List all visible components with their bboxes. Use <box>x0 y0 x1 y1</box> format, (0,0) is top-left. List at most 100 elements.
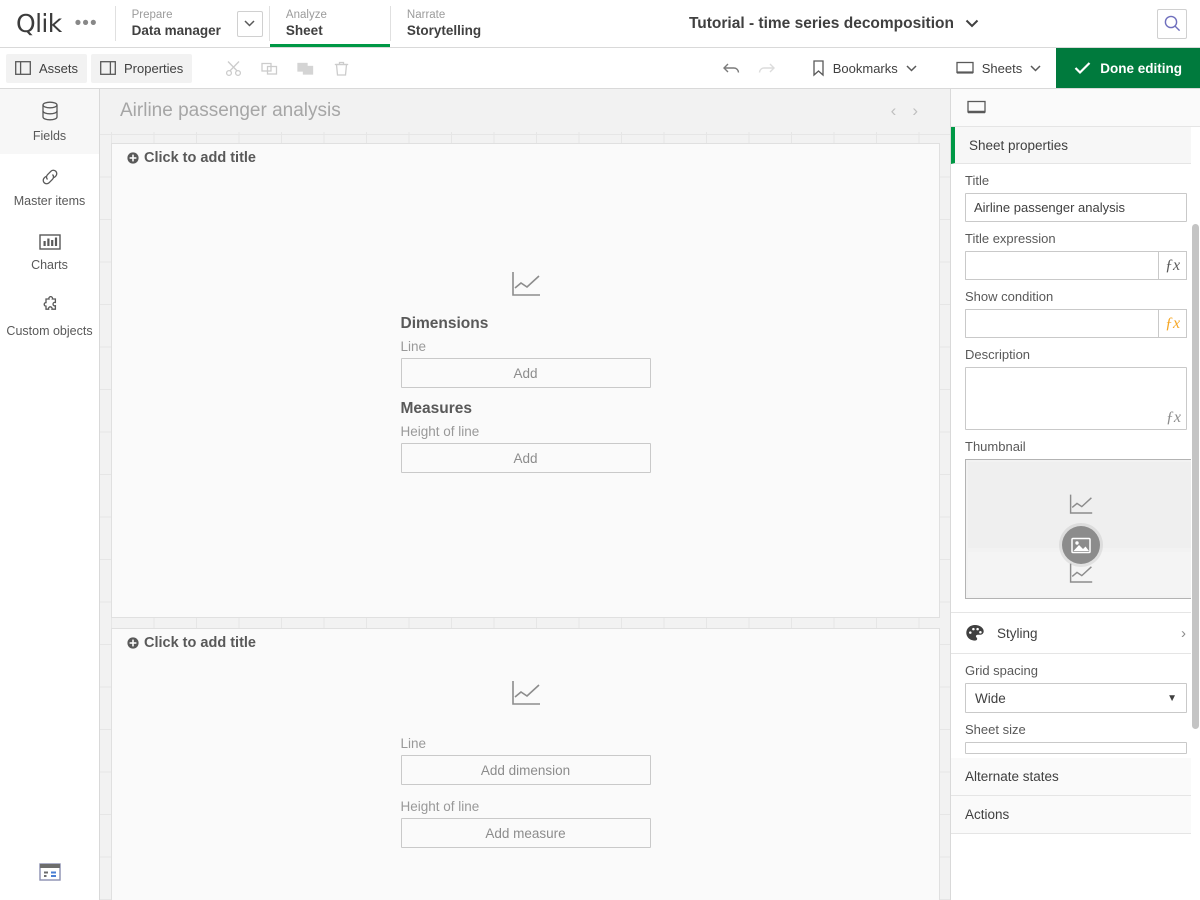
sheet-size-select[interactable] <box>965 742 1187 754</box>
grid-spacing-select[interactable]: Wide ▼ <box>965 683 1187 713</box>
cell-2-add-measure-button[interactable]: Add measure <box>401 818 651 848</box>
sheet-grid[interactable]: Click to add title Dimensions Line Add M… <box>100 132 950 900</box>
thumbnail-preview[interactable] <box>965 459 1197 599</box>
chart-placeholder-1[interactable]: Click to add title Dimensions Line Add M… <box>111 143 940 618</box>
description-group: Description ƒx <box>951 338 1200 430</box>
sidebar-item-custom-objects[interactable]: Custom objects <box>0 284 99 349</box>
styling-section-button[interactable]: Styling › <box>951 612 1200 654</box>
assets-sidebar: Fields Master items Charts Custom object… <box>0 89 100 900</box>
cell-2-add-dimension-button[interactable]: Add dimension <box>401 755 651 785</box>
qlik-logo[interactable]: Qlik <box>16 11 62 36</box>
properties-tab-sheet[interactable] <box>967 100 986 116</box>
sidebar-item-charts[interactable]: Charts <box>0 219 99 284</box>
show-condition-row: ƒx <box>965 309 1187 338</box>
show-condition-input[interactable] <box>965 309 1158 338</box>
cell-2-dimensions-group: Line Add dimension <box>401 736 651 785</box>
cell-2-body: Line Add dimension Height of line Add me… <box>112 629 939 900</box>
title-expression-group: Title expression ƒx <box>951 222 1200 280</box>
cell-2-measure-field-label: Height of line <box>401 799 651 814</box>
actions-label: Actions <box>965 807 1009 822</box>
copy-icon <box>261 60 278 77</box>
redo-button[interactable] <box>750 54 782 83</box>
line-chart-icon <box>1068 562 1094 586</box>
show-condition-label: Show condition <box>965 289 1186 304</box>
document-title-menu[interactable]: Tutorial - time series decomposition <box>511 0 1157 47</box>
next-sheet-button[interactable]: › <box>912 102 918 119</box>
properties-panel: Sheet properties Title Title expression … <box>950 89 1200 900</box>
sheets-menu-button[interactable]: Sheets <box>947 54 1050 83</box>
styling-label: Styling <box>997 626 1038 641</box>
cell-1-measure-field-label: Height of line <box>401 424 651 439</box>
sheet-icon <box>967 100 986 116</box>
assets-label: Assets <box>39 61 78 76</box>
chevron-down-icon: ▼ <box>1167 693 1177 704</box>
sidebar-bottom-button[interactable] <box>0 844 99 900</box>
cut-icon <box>225 60 242 77</box>
actions-row[interactable]: Actions <box>951 796 1200 834</box>
title-input[interactable] <box>965 193 1187 222</box>
cell-1-dimensions-group: Dimensions Line Add <box>401 315 651 388</box>
nav-item-storytelling[interactable]: Narrate Storytelling <box>391 0 511 47</box>
chevron-down-icon <box>1030 65 1041 72</box>
nav-item-sheet[interactable]: Analyze Sheet <box>270 0 390 47</box>
chart-placeholder-2[interactable]: Click to add title Line Add dimension He… <box>111 628 940 900</box>
search-button[interactable] <box>1157 9 1187 39</box>
title-expression-fx-button[interactable]: ƒx <box>1158 251 1187 280</box>
line-chart-icon <box>510 679 542 714</box>
description-fx-button[interactable]: ƒx <box>1166 409 1181 427</box>
paste-icon <box>297 60 314 77</box>
nav-label-sheet: Sheet <box>286 22 374 39</box>
title-field-label: Title <box>965 173 1186 188</box>
sheet-properties-header[interactable]: Sheet properties <box>951 127 1200 164</box>
palette-icon <box>965 624 985 642</box>
cell-1-body: Dimensions Line Add Measures Height of l… <box>112 144 939 617</box>
sheet-size-label: Sheet size <box>965 722 1186 737</box>
logo-zone: Qlik ••• <box>0 0 115 47</box>
sidebar-item-master-items[interactable]: Master items <box>0 154 99 219</box>
properties-tabbar <box>951 89 1200 127</box>
nav-label-data-manager: Data manager <box>132 22 221 39</box>
bookmarks-menu-button[interactable]: Bookmarks <box>803 54 926 83</box>
sheet-title[interactable]: Airline passenger analysis <box>120 100 891 122</box>
copy-button[interactable] <box>253 54 285 83</box>
sidebar-label-fields: Fields <box>33 129 66 143</box>
sidebar-label-custom-objects: Custom objects <box>6 324 92 338</box>
overflow-menu-button[interactable]: ••• <box>72 12 101 35</box>
done-editing-button[interactable]: Done editing <box>1056 48 1200 88</box>
top-bar-right <box>1157 0 1200 47</box>
chevron-down-icon <box>244 20 255 27</box>
sheet-canvas: Airline passenger analysis ‹ › Click to … <box>100 89 950 900</box>
redo-icon <box>756 60 776 77</box>
data-manager-dropdown-button[interactable] <box>237 11 263 37</box>
alternate-states-row[interactable]: Alternate states <box>951 758 1200 796</box>
sheet-size-group: Sheet size <box>951 713 1200 758</box>
thumbnail-select-image-button[interactable] <box>1062 526 1100 564</box>
toolbar-left-group: Assets Properties <box>0 48 357 88</box>
cell-2-dimension-field-label: Line <box>401 736 651 751</box>
undo-button[interactable] <box>716 54 748 83</box>
cell-1-add-measure-button[interactable]: Add <box>401 443 651 473</box>
delete-button[interactable] <box>325 54 357 83</box>
cut-button[interactable] <box>217 54 249 83</box>
undo-icon <box>722 60 742 77</box>
properties-scrollbar-track[interactable] <box>1191 127 1200 900</box>
cell-1-measures-group: Measures Height of line Add <box>401 400 651 473</box>
chevron-down-icon <box>965 19 979 28</box>
cell-1-add-dimension-button[interactable]: Add <box>401 358 651 388</box>
show-condition-fx-button[interactable]: ƒx <box>1158 309 1187 338</box>
paste-button[interactable] <box>289 54 321 83</box>
link-icon <box>39 166 61 188</box>
sidebar-item-fields[interactable]: Fields <box>0 89 99 154</box>
chevron-down-icon <box>906 65 917 72</box>
assets-toggle-button[interactable]: Assets <box>6 54 87 83</box>
cell-1-dimension-field-label: Line <box>401 339 651 354</box>
bookmark-icon <box>812 60 825 77</box>
check-icon <box>1074 61 1091 75</box>
properties-scrollbar-thumb[interactable] <box>1192 224 1199 729</box>
title-expression-input[interactable] <box>965 251 1158 280</box>
nav-item-data-manager[interactable]: Prepare Data manager <box>116 0 237 47</box>
properties-toggle-button[interactable]: Properties <box>91 54 192 83</box>
description-input[interactable]: ƒx <box>965 367 1187 430</box>
previous-sheet-button[interactable]: ‹ <box>891 102 897 119</box>
properties-body: Title Title expression ƒx Show condition… <box>951 164 1200 834</box>
